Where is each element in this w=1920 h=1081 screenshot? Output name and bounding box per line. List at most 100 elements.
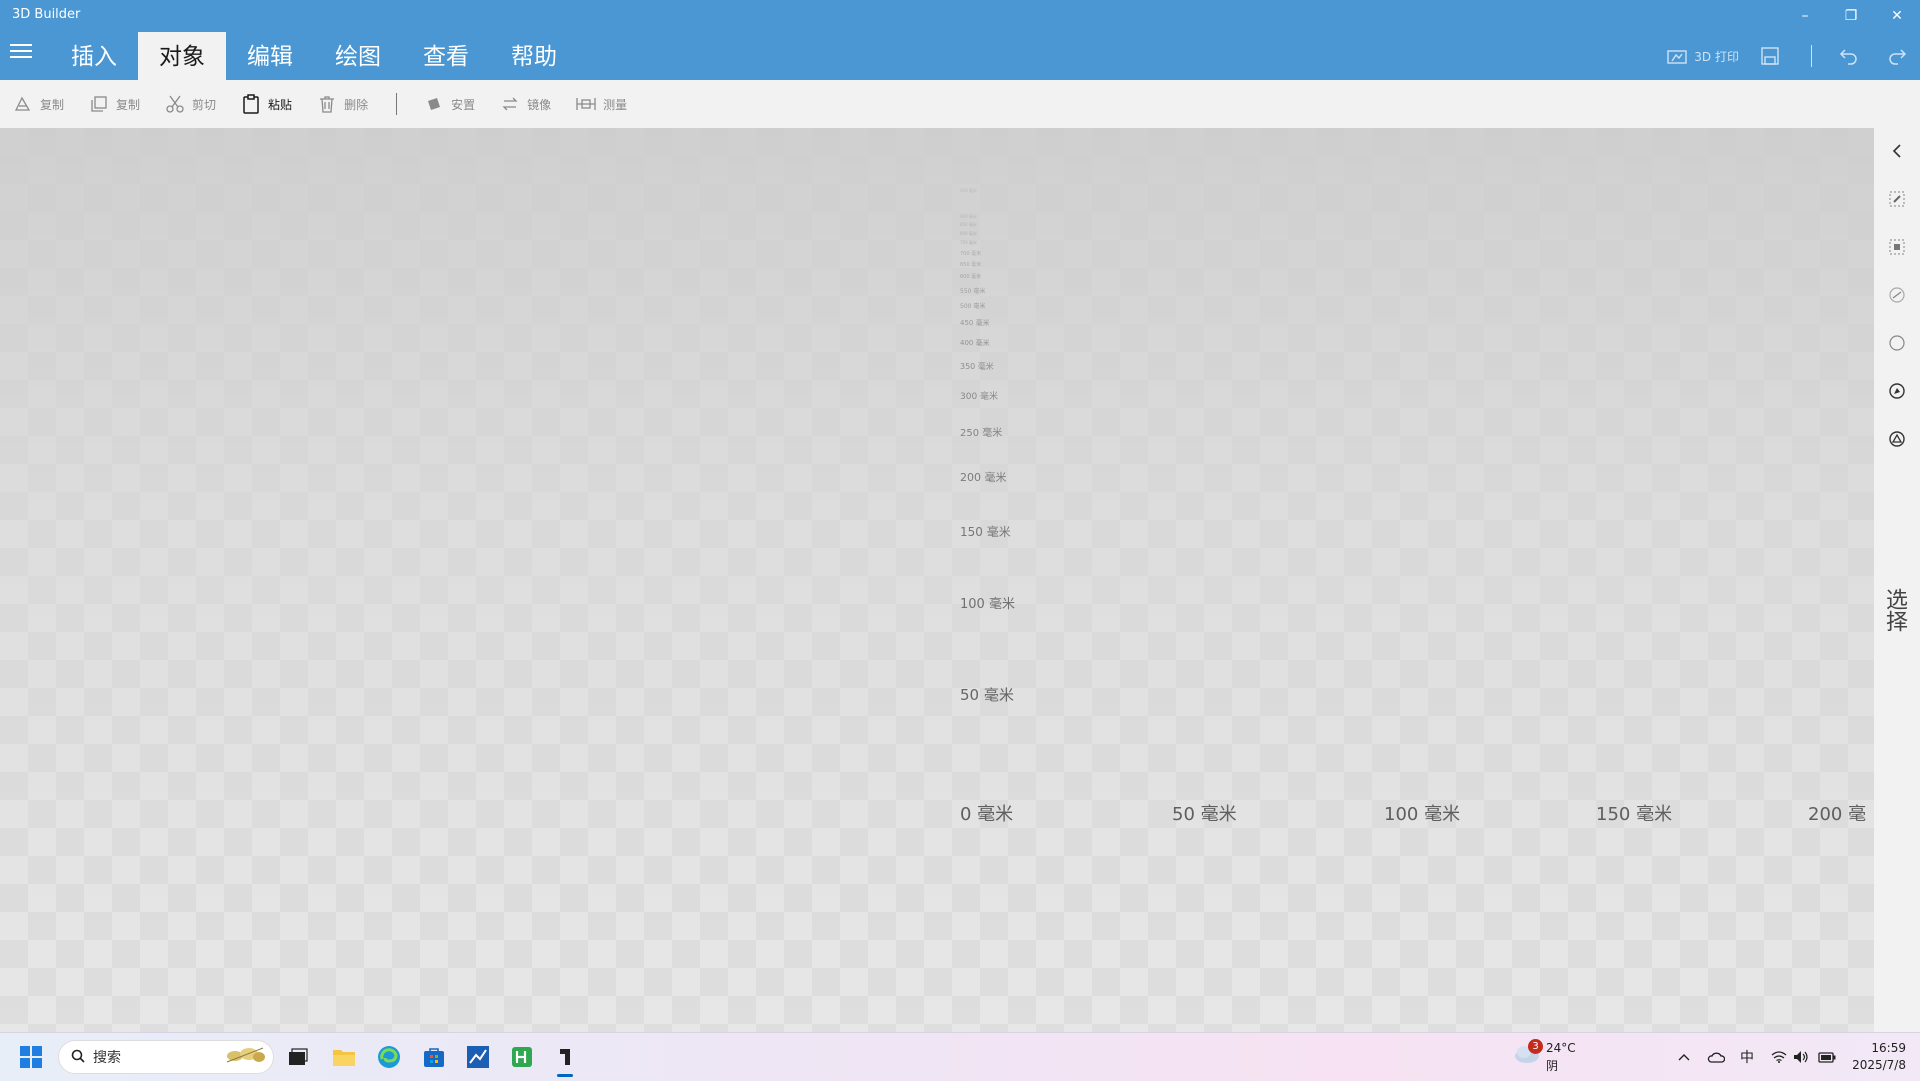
scale-label-z: 500 毫米: [960, 303, 986, 310]
scale-label-z: 950 毫米: [960, 188, 977, 193]
weather-temp: 24°C: [1546, 1041, 1576, 1055]
3d-viewport[interactable]: 50 毫米 100 毫米 150 毫米 200 毫米 250 毫米 300 毫米…: [0, 128, 1874, 1032]
scale-label-z: 400 毫米: [960, 339, 990, 347]
select-triangle-icon[interactable]: [1886, 428, 1908, 450]
undo-icon: [1838, 45, 1860, 67]
trash-icon: [316, 93, 338, 115]
cut-button[interactable]: 剪切: [164, 93, 216, 115]
scale-label-x: 150 毫米: [1596, 804, 1673, 825]
task-view-icon[interactable]: [282, 1041, 314, 1073]
save-button[interactable]: [1759, 45, 1781, 67]
clipboard-icon: [240, 93, 262, 115]
copy-button[interactable]: 复制: [88, 93, 140, 115]
taskbar-search-box[interactable]: 搜索: [58, 1040, 274, 1074]
volume-icon[interactable]: [1791, 1047, 1811, 1067]
select-vertex-icon[interactable]: [1886, 332, 1908, 354]
select-face-icon[interactable]: [1886, 236, 1908, 258]
redo-icon: [1886, 45, 1908, 67]
3d-print-label: 3D 打印: [1694, 49, 1739, 64]
3d-print-button[interactable]: 3D 打印: [1666, 45, 1739, 67]
copy-label: 复制: [116, 97, 141, 112]
delete-button[interactable]: 删除: [316, 93, 368, 115]
tab-view[interactable]: 查看: [402, 32, 490, 80]
tab-object[interactable]: 对象: [138, 32, 226, 80]
tab-insert[interactable]: 插入: [50, 32, 138, 80]
file-explorer-icon[interactable]: [328, 1041, 360, 1073]
object-ribbon: 复制 复制 剪切 粘贴 删除 安置 镜像 测量: [0, 80, 1920, 128]
edge-browser-icon[interactable]: [373, 1041, 405, 1073]
redo-button[interactable]: [1886, 45, 1908, 67]
selection-side-panel: 选择: [1874, 128, 1920, 1032]
settle-icon: [423, 93, 445, 115]
scale-label-z: 300 毫米: [960, 392, 999, 402]
duplicate-button[interactable]: 复制: [12, 93, 64, 115]
scale-label-x: 100 毫米: [1384, 804, 1461, 825]
trading-app-icon[interactable]: [462, 1041, 494, 1073]
restore-button[interactable]: ❐: [1828, 4, 1874, 28]
active-app-indicator: [557, 1074, 573, 1077]
measure-label: 测量: [603, 97, 628, 112]
store-icon[interactable]: [418, 1041, 450, 1073]
title-bar: 3D Builder – ❐ ✕ 插入 对象 编辑 绘图 查看 帮助 3D 打印: [0, 0, 1920, 80]
settle-button[interactable]: 安置: [423, 93, 475, 115]
settle-label: 安置: [451, 97, 476, 112]
paste-button[interactable]: 粘贴: [240, 93, 292, 115]
weather-condition: 阴: [1546, 1059, 1559, 1073]
duplicate-label: 复制: [40, 97, 65, 112]
menu-tabs: 插入 对象 编辑 绘图 查看 帮助: [50, 32, 578, 80]
chevron-up-icon[interactable]: [1674, 1047, 1694, 1067]
ime-indicator[interactable]: 中: [1737, 1047, 1757, 1067]
onedrive-icon[interactable]: [1706, 1047, 1726, 1067]
scale-label-x: 200 毫: [1808, 804, 1867, 825]
scale-label-z: 650 毫米: [960, 262, 982, 268]
cut-label: 剪切: [192, 97, 217, 112]
tab-help[interactable]: 帮助: [490, 32, 578, 80]
tab-paint[interactable]: 绘图: [314, 32, 402, 80]
scale-label-z: 750 毫米: [960, 240, 977, 245]
undo-button[interactable]: [1838, 45, 1860, 67]
scale-label-z: 850 毫米: [960, 222, 977, 227]
scale-label-z: 700 毫米: [960, 251, 982, 257]
scale-label-x: 50 毫米: [1172, 804, 1237, 825]
select-object-icon[interactable]: [1886, 188, 1908, 210]
mirror-icon: [499, 93, 521, 115]
scale-label-z: 800 毫米: [960, 231, 977, 236]
mirror-button[interactable]: 镜像: [499, 93, 551, 115]
green-app-icon[interactable]: [506, 1041, 538, 1073]
ribbon-divider: [396, 93, 398, 115]
taskbar: 搜索 3 24°C 阴 中 16:59 2025/7/8: [0, 1032, 1920, 1081]
wifi-icon[interactable]: [1769, 1047, 1789, 1067]
paste-label: 粘贴: [268, 97, 293, 112]
tab-edit[interactable]: 编辑: [226, 32, 314, 80]
minimize-button[interactable]: –: [1782, 4, 1828, 28]
scale-label-z: 350 毫米: [960, 362, 994, 371]
taskbar-clock[interactable]: 16:59 2025/7/8: [1852, 1040, 1906, 1074]
search-icon: [71, 1048, 85, 1067]
search-placeholder: 搜索: [93, 1050, 121, 1066]
scale-label-z: 100 毫米: [960, 597, 1015, 612]
duplicate-shape-icon: [12, 93, 34, 115]
printer-icon: [1666, 45, 1688, 67]
windows-start-icon[interactable]: [20, 1046, 42, 1068]
selection-panel-label[interactable]: 选择: [1882, 588, 1910, 632]
select-edge-icon[interactable]: [1886, 284, 1908, 306]
hamburger-menu-icon[interactable]: [10, 44, 32, 60]
close-button[interactable]: ✕: [1874, 4, 1920, 28]
title-toolbar: 3D 打印: [1666, 32, 1920, 80]
clock-date: 2025/7/8: [1852, 1058, 1906, 1072]
measure-button[interactable]: 测量: [575, 93, 627, 115]
delete-label: 删除: [344, 97, 369, 112]
3d-builder-taskbar-icon[interactable]: [549, 1041, 581, 1077]
mirror-label: 镜像: [527, 97, 552, 112]
weather-widget[interactable]: 3 24°C 阴: [1512, 1039, 1576, 1073]
collapse-chevron-icon[interactable]: [1886, 140, 1908, 162]
select-body-icon[interactable]: [1886, 380, 1908, 402]
scale-label-z: 200 毫米: [960, 471, 1007, 484]
scissors-icon: [164, 93, 186, 115]
app-title: 3D Builder: [12, 7, 81, 22]
battery-icon[interactable]: [1817, 1047, 1837, 1067]
weather-badge: 3: [1528, 1039, 1543, 1054]
scale-label-z: 150 毫米: [960, 525, 1011, 539]
copy-icon: [88, 93, 110, 115]
scale-label-z: 550 毫米: [960, 288, 986, 295]
